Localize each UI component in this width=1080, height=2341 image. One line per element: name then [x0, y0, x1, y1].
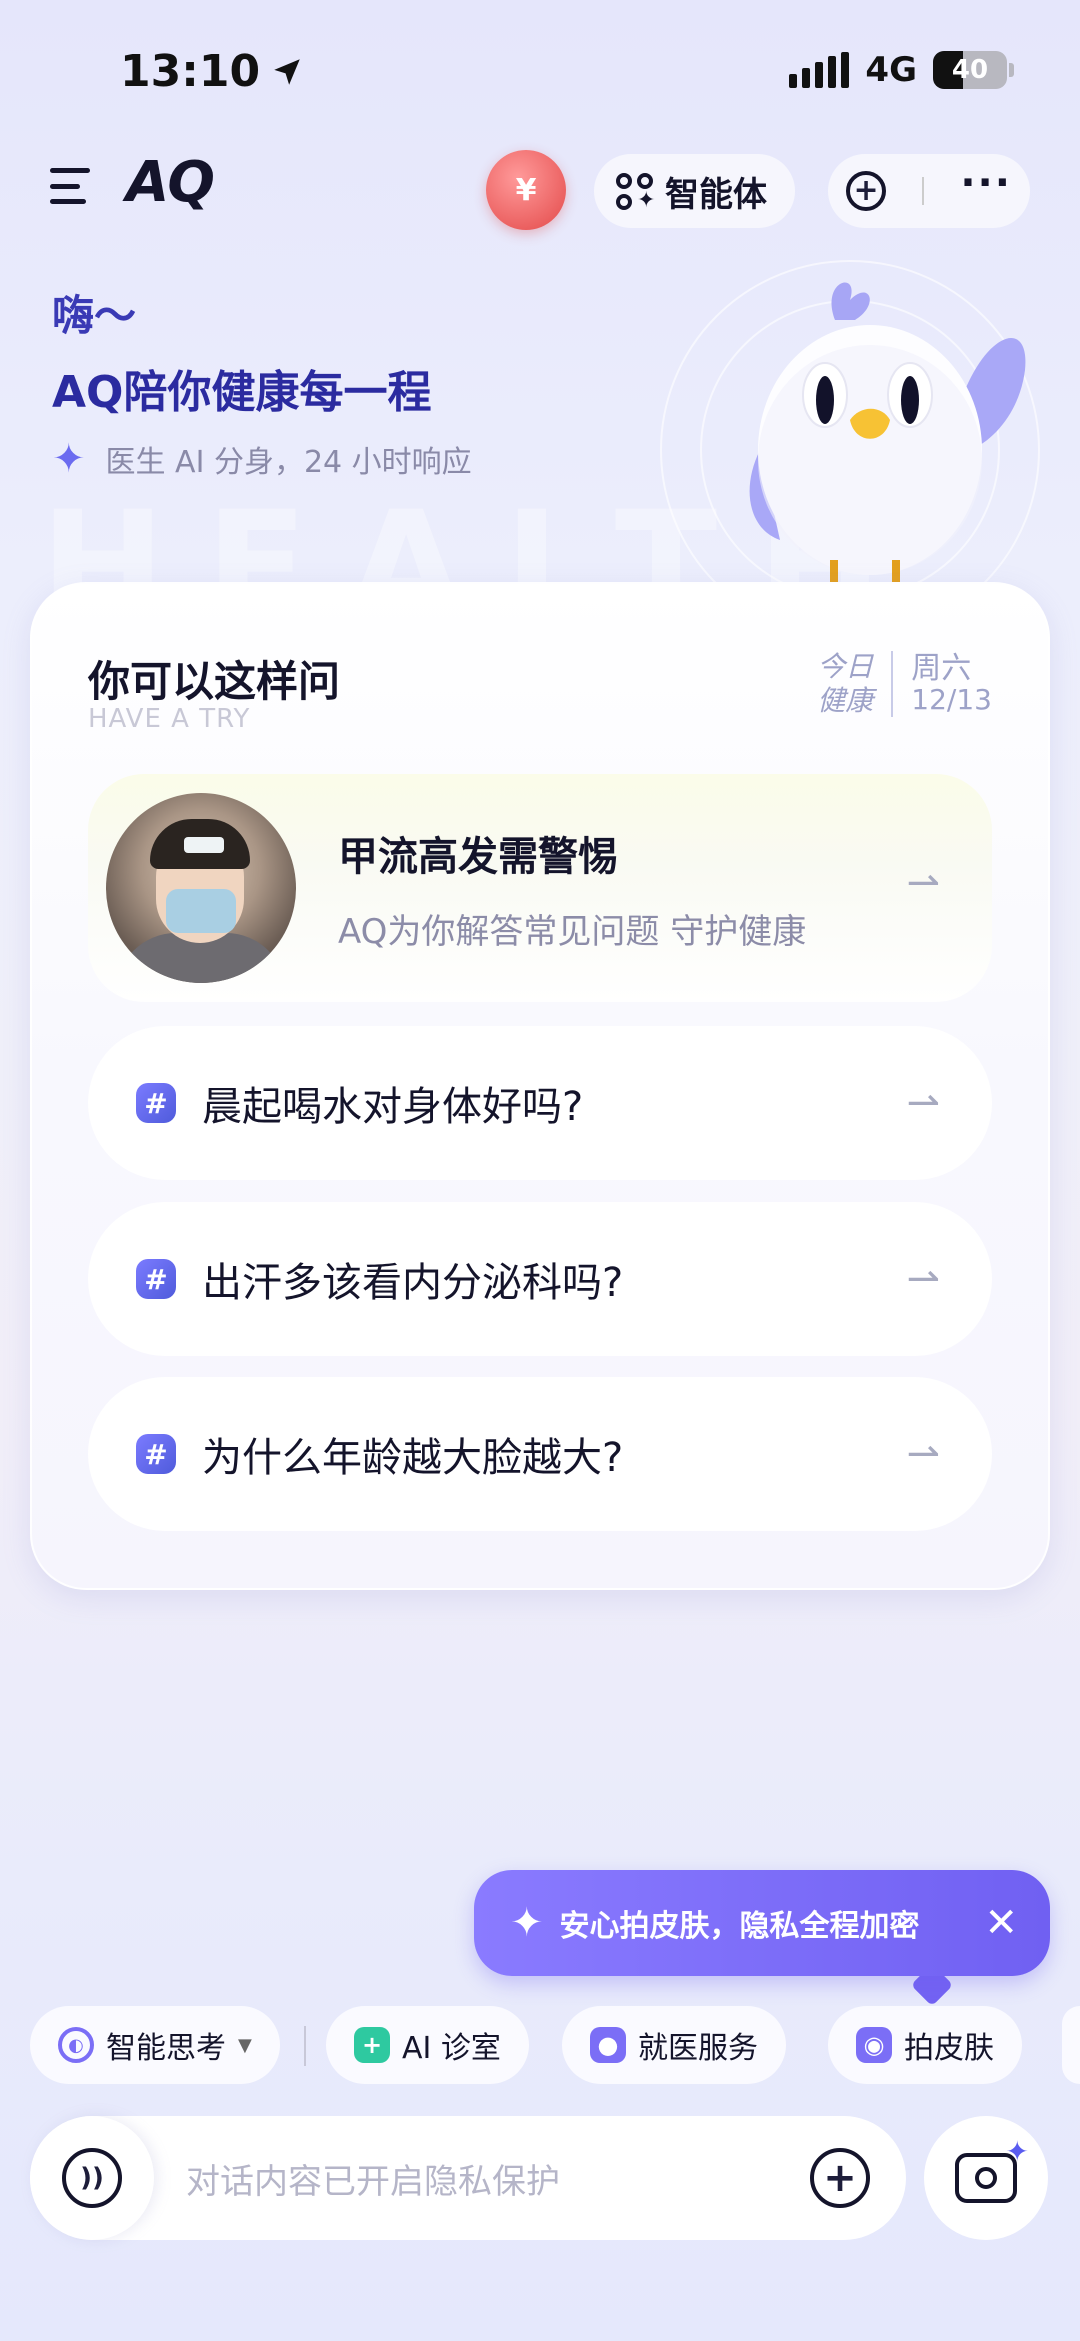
- chip-label: 就医服务: [638, 2031, 758, 2066]
- camera-button[interactable]: ✦: [924, 2116, 1048, 2240]
- arrow-icon: ⇀: [906, 1080, 940, 1126]
- menu-icon[interactable]: [50, 168, 90, 204]
- battery-level: 40: [951, 55, 989, 85]
- question-text: 出汗多该看内分泌科吗?: [202, 1260, 624, 1306]
- date: 12/13: [911, 682, 992, 716]
- sparkle-icon: ✦: [1005, 2135, 1029, 2168]
- chip-medical-service[interactable]: ● 就医服务: [562, 2006, 786, 2084]
- chip-label: 拍皮肤: [904, 2031, 994, 2066]
- weekday: 周六: [911, 650, 972, 686]
- app-logo: AQ: [126, 150, 215, 215]
- camera-icon: ✦: [955, 2135, 1029, 2203]
- date-divider: [891, 650, 894, 717]
- hashtag-icon: #: [136, 1259, 176, 1299]
- greeting-subtitle: ✦ 医生 AI 分身，24 小时响应: [52, 436, 472, 482]
- health-label: 健康: [817, 683, 874, 717]
- chip-divider: [304, 2026, 306, 2066]
- chip-ai-clinic[interactable]: + AI 诊室: [326, 2006, 529, 2084]
- voice-icon: )): [62, 2148, 122, 2208]
- bird-mascot-icon: [749, 282, 1026, 588]
- thinking-icon: ◐: [58, 2027, 94, 2063]
- featured-title: 甲流高发需警惕: [338, 833, 618, 880]
- voice-button[interactable]: )): [30, 2116, 154, 2240]
- question-item[interactable]: # 晨起喝水对身体好吗? ⇀: [88, 1026, 992, 1180]
- tooltip-text: 安心拍皮肤，隐私全程加密: [559, 1909, 920, 1944]
- hashtag-icon: #: [136, 1434, 176, 1474]
- question-text: 晨起喝水对身体好吗?: [202, 1084, 584, 1130]
- sparkle-icon: ✦: [510, 1900, 544, 1946]
- date-block: 今日 健康 周六 12/13: [817, 650, 992, 717]
- add-icon[interactable]: +: [810, 2148, 870, 2208]
- new-chat-icon[interactable]: +: [846, 171, 887, 211]
- arrow-icon: ⇀: [906, 1431, 940, 1477]
- red-packet-button[interactable]: ¥: [486, 150, 566, 230]
- greeting-title: AQ陪你健康每一程: [52, 367, 432, 418]
- featured-image: [106, 793, 296, 983]
- question-item[interactable]: # 出汗多该看内分泌科吗? ⇀: [88, 1202, 992, 1356]
- chat-input-bar: )) 对话内容已开启隐私保护 +: [30, 2116, 906, 2240]
- header-tools: + ···: [828, 154, 1030, 228]
- chip-smart-thinking[interactable]: ◐ 智能思考 ▼: [30, 2006, 280, 2084]
- divider: [922, 177, 925, 205]
- featured-desc: AQ为你解答常见问题 守护健康: [338, 911, 807, 952]
- more-icon[interactable]: ···: [960, 160, 1012, 206]
- doctor-icon: ●: [590, 2027, 626, 2063]
- today-health-label: 今日 健康: [817, 650, 873, 717]
- signal-icon: [789, 52, 850, 88]
- today-label: 今日: [817, 650, 874, 683]
- camera-icon: ◉: [856, 2027, 892, 2063]
- skin-photo-tooltip: ✦ 安心拍皮肤，隐私全程加密 ✕: [474, 1870, 1050, 1976]
- chat-input[interactable]: 对话内容已开启隐私保护: [186, 2154, 560, 2203]
- agent-icon: ✦: [616, 172, 655, 211]
- arrow-icon: ⇀: [906, 860, 940, 906]
- question-item[interactable]: # 为什么年龄越大脸越大? ⇀: [88, 1377, 992, 1531]
- card-subtitle: HAVE A TRY: [88, 704, 251, 734]
- time-text: 13:10: [120, 46, 261, 97]
- chip-label: AI 诊室: [402, 2031, 501, 2066]
- agent-label: 智能体: [665, 174, 767, 215]
- status-time: 13:10: [120, 46, 304, 97]
- chip-overflow: [1062, 2006, 1080, 2084]
- red-packet-icon: ¥: [515, 172, 537, 208]
- greeting-hello: 嗨～: [52, 291, 137, 340]
- medical-plus-icon: +: [354, 2027, 390, 2063]
- chip-skin-photo[interactable]: ◉ 拍皮肤: [828, 2006, 1022, 2084]
- greeting-subtitle-text: 医生 AI 分身，24 小时响应: [105, 445, 472, 480]
- question-text: 为什么年龄越大脸越大?: [202, 1435, 624, 1481]
- hashtag-icon: #: [136, 1083, 176, 1123]
- chevron-down-icon: ▼: [238, 2034, 252, 2056]
- card-title: 你可以这样问: [88, 657, 341, 706]
- network-type: 4G: [865, 50, 917, 90]
- close-icon[interactable]: ✕: [984, 1900, 1018, 1946]
- chip-label: 智能思考: [106, 2031, 226, 2066]
- status-indicators: 4G 40: [789, 50, 1014, 90]
- date-display: 周六 12/13: [911, 652, 992, 716]
- arrow-icon: ⇀: [906, 1256, 940, 1302]
- location-arrow-icon: [274, 58, 300, 85]
- battery-icon: 40: [933, 51, 1014, 89]
- featured-topic[interactable]: 甲流高发需警惕 AQ为你解答常见问题 守护健康 ⇀: [88, 774, 992, 1002]
- agent-button[interactable]: ✦ 智能体: [594, 154, 795, 228]
- sparkle-icon: ✦: [52, 436, 86, 482]
